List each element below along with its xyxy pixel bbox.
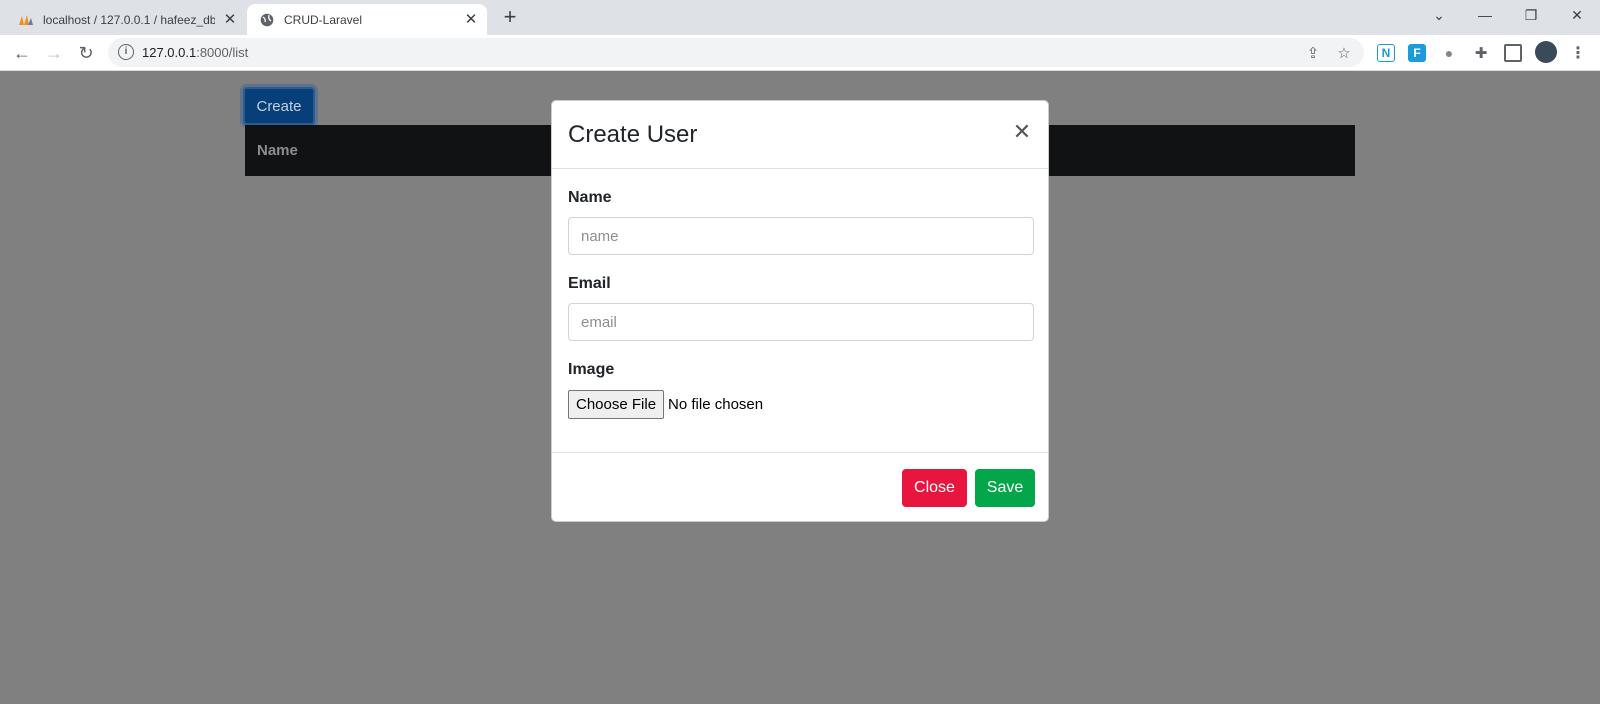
extension-f-icon[interactable]: F	[1408, 44, 1426, 62]
bookmark-star-icon[interactable]: ☆	[1335, 44, 1353, 62]
avatar[interactable]	[1535, 41, 1557, 63]
reload-icon[interactable]: ↻	[72, 39, 100, 67]
camera-icon[interactable]: ●	[1440, 44, 1458, 62]
modal-close-icon[interactable]: ✕	[1010, 121, 1034, 145]
name-label: Name	[568, 189, 612, 206]
back-icon[interactable]: ←	[8, 39, 36, 67]
save-button[interactable]: Save	[975, 469, 1035, 507]
modal-footer: Close Save	[552, 452, 1048, 522]
modal-title: Create User	[568, 121, 698, 148]
name-input[interactable]	[568, 217, 1034, 255]
close-button[interactable]: Close	[902, 469, 967, 507]
url-text: 127.0.0.1:8000/list	[142, 45, 249, 60]
more-menu-icon[interactable]: ⋮	[1569, 44, 1587, 62]
extensions-puzzle-icon[interactable]: ✚	[1472, 44, 1490, 62]
image-file-input: Choose File No file chosen	[568, 390, 763, 419]
file-status-text: No file chosen	[668, 396, 764, 413]
tab-title: localhost / 127.0.0.1 / hafeez_db |	[43, 12, 215, 27]
site-info-icon[interactable]: i	[118, 44, 134, 60]
forward-icon[interactable]: →	[40, 39, 68, 67]
phpmyadmin-icon	[18, 12, 34, 28]
browser-tab-strip: localhost / 127.0.0.1 / hafeez_db | ✕ CR…	[0, 0, 1600, 35]
close-tab-icon[interactable]: ✕	[463, 11, 479, 28]
choose-file-button[interactable]: Choose File	[568, 390, 665, 419]
modal-header: Create User ✕	[552, 101, 1048, 169]
restore-icon[interactable]: ❐	[1511, 0, 1551, 30]
tab-phpmyadmin[interactable]: localhost / 127.0.0.1 / hafeez_db | ✕	[18, 4, 246, 35]
email-label: Email	[568, 275, 611, 292]
share-icon[interactable]: ⇪	[1304, 44, 1322, 62]
extension-n-icon[interactable]: N	[1377, 44, 1395, 62]
tab-title: CRUD-Laravel	[284, 12, 363, 27]
minimize-icon[interactable]: —	[1465, 0, 1505, 30]
new-tab-icon[interactable]: +	[498, 6, 522, 30]
column-header-name: Name	[257, 142, 298, 159]
create-button[interactable]: Create	[243, 87, 315, 125]
browser-toolbar: ← → ↻ i 127.0.0.1:8000/list ⇪ ☆ N F ● ✚ …	[0, 35, 1600, 71]
create-user-modal: Create User ✕ Name Email Image Choose Fi…	[551, 100, 1049, 522]
close-tab-icon[interactable]: ✕	[222, 11, 238, 28]
tab-search-icon[interactable]: ⌄	[1419, 0, 1459, 30]
globe-icon	[259, 12, 275, 28]
window-close-icon[interactable]: ✕	[1557, 0, 1597, 30]
tab-crud-laravel[interactable]: CRUD-Laravel ✕	[247, 4, 487, 35]
image-label: Image	[568, 361, 615, 378]
email-input[interactable]	[568, 303, 1034, 341]
side-panel-icon[interactable]	[1504, 44, 1522, 62]
address-bar[interactable]: i 127.0.0.1:8000/list ⇪ ☆	[108, 38, 1364, 67]
